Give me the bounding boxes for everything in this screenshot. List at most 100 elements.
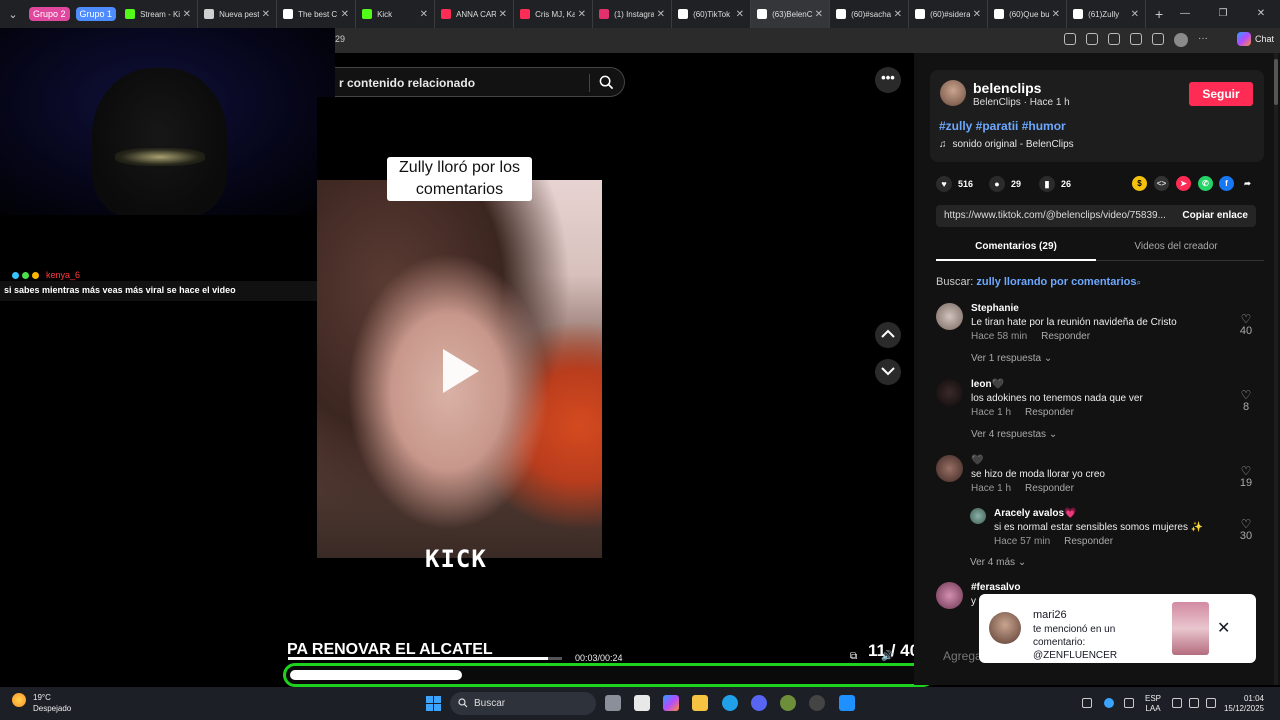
view-replies-button[interactable]: Ver 4 respuestas ⌄ [971, 429, 1057, 440]
video-sound[interactable]: ♫ sonido original - BelenClips [939, 139, 1074, 150]
creator-avatar[interactable] [940, 80, 966, 106]
reply-button[interactable]: Responder [1025, 483, 1074, 494]
tab-actions-menu[interactable]: ⌄ [0, 0, 26, 28]
related-search-bar[interactable]: r contenido relacionado [335, 67, 625, 97]
video-mini-progress[interactable] [288, 657, 562, 660]
obs-icon[interactable] [809, 695, 825, 711]
coin-share-icon[interactable]: $ [1132, 176, 1147, 191]
reply-button[interactable]: Responder [1025, 407, 1074, 418]
close-tab-icon[interactable]: ✕ [262, 9, 270, 20]
discord-icon[interactable] [751, 695, 767, 711]
file-explorer-icon[interactable] [692, 695, 708, 711]
comment-avatar[interactable] [936, 303, 963, 330]
onedrive-icon[interactable] [1104, 698, 1114, 708]
more-options-button[interactable]: ••• [875, 67, 901, 93]
comment-author[interactable]: leon🖤 [971, 379, 1004, 390]
related-search-hint[interactable]: Buscar: zully llorando por comentarios⌕ [936, 276, 1141, 288]
close-tab-icon[interactable]: ✕ [894, 9, 902, 20]
video-hashtags[interactable]: #zully #paratii #humor [939, 119, 1066, 133]
maximize-button[interactable]: ❐ [1204, 0, 1242, 28]
calculator-icon[interactable] [634, 695, 650, 711]
search-input[interactable]: r contenido relacionado [339, 76, 475, 90]
tab-group-1[interactable]: Grupo 1 [75, 7, 117, 21]
browser-tab[interactable]: Nueva pest ✕ [198, 0, 278, 28]
comment-like[interactable]: ♡ 19 [1236, 465, 1256, 489]
comment-author[interactable]: Stephanie [971, 303, 1019, 314]
close-icon[interactable]: ✕ [1217, 618, 1230, 638]
comment-like[interactable]: ♡ 40 [1236, 313, 1256, 337]
translate-icon[interactable] [1086, 33, 1098, 45]
close-tab-icon[interactable]: ✕ [973, 9, 981, 20]
share-link[interactable]: https://www.tiktok.com/@belenclips/video… [944, 210, 1172, 221]
browser-tab[interactable]: (63)BelenC ✕ [751, 0, 831, 28]
battery-icon[interactable] [1206, 698, 1216, 708]
reply-avatar[interactable] [970, 508, 986, 524]
search-hint-query[interactable]: zully llorando por comentarios [976, 276, 1136, 288]
browser-tab[interactable]: Stream - Ki ✕ [119, 0, 199, 28]
close-tab-icon[interactable]: ✕ [657, 9, 665, 20]
browser-tab[interactable]: (60)TikTok ✕ [672, 0, 752, 28]
reply-author[interactable]: Aracely avalos💗 [994, 508, 1077, 519]
search-icon[interactable] [599, 75, 614, 90]
copy-link-button[interactable]: Copiar enlace [1174, 205, 1256, 227]
browser-tab[interactable]: Cris MJ, Ka ✕ [514, 0, 594, 28]
comment-avatar[interactable] [936, 582, 963, 609]
mention-notification[interactable]: mari26 te mencionó en un comentario: @ZE… [979, 594, 1256, 663]
panel-scrollbar[interactable] [1274, 53, 1278, 685]
profile-avatar-icon[interactable] [1174, 33, 1188, 47]
browser-tab[interactable]: (60)#sacha ✕ [830, 0, 910, 28]
save-action[interactable]: ▮ 26 [1039, 175, 1071, 193]
app-icon[interactable] [839, 695, 855, 711]
open-external-icon[interactable] [1064, 33, 1076, 45]
browser-tab[interactable]: (60)Que bu ✕ [988, 0, 1068, 28]
comment-like[interactable]: ♡ 8 [1236, 389, 1256, 413]
minimize-button[interactable]: — [1166, 0, 1204, 28]
facebook-icon[interactable]: f [1219, 176, 1234, 191]
embed-icon[interactable]: <> [1154, 176, 1169, 191]
play-icon[interactable] [443, 349, 479, 393]
system-clock[interactable]: 01:04 15/12/2025 [1220, 694, 1264, 714]
show-hidden-icons[interactable] [1082, 698, 1092, 708]
browser-tab[interactable]: (1) Instagra ✕ [593, 0, 673, 28]
close-tab-icon[interactable]: ✕ [499, 9, 507, 20]
creator-username[interactable]: belenclips [973, 80, 1041, 96]
reply-button[interactable]: Responder [1041, 331, 1090, 342]
scrollbar-thumb[interactable] [1274, 59, 1278, 105]
app-icon[interactable] [780, 695, 796, 711]
comment-action[interactable]: ● 29 [989, 175, 1021, 193]
copilot-app-icon[interactable] [663, 695, 679, 711]
view-replies-button[interactable]: Ver 1 respuesta ⌄ [971, 353, 1052, 364]
edge-browser-icon[interactable] [722, 695, 738, 711]
browser-tab[interactable]: ANNA CAR ✕ [435, 0, 515, 28]
tab-group-2[interactable]: Grupo 2 [29, 7, 70, 21]
close-tab-icon[interactable]: ✕ [815, 9, 823, 20]
comment-avatar[interactable] [936, 455, 963, 482]
comment-author[interactable]: 🖤 [971, 455, 983, 466]
taskbar-search[interactable]: Buscar [450, 692, 596, 715]
comment-author[interactable]: #ferasalvo [971, 582, 1020, 593]
close-tab-icon[interactable]: ✕ [341, 9, 349, 20]
extensions-icon[interactable] [1130, 33, 1142, 45]
video-player[interactable]: Zully lloró por los comentarios KICK [317, 97, 602, 653]
close-tab-icon[interactable]: ✕ [1131, 9, 1139, 20]
close-tab-icon[interactable]: ✕ [578, 9, 586, 20]
browser-tab[interactable]: Kick ✕ [356, 0, 436, 28]
microphone-icon[interactable] [1124, 698, 1134, 708]
close-tab-icon[interactable]: ✕ [420, 9, 428, 20]
volume-icon[interactable] [1189, 698, 1199, 708]
network-icon[interactable] [1172, 698, 1182, 708]
browser-tab[interactable]: (60)#sidera ✕ [909, 0, 989, 28]
like-action[interactable]: ♥ 516 [936, 175, 973, 193]
address-bar-fragment[interactable]: 29 [335, 34, 345, 44]
view-more-replies-button[interactable]: Ver 4 más ⌄ [970, 557, 1026, 568]
previous-video-button[interactable] [875, 322, 901, 348]
task-view-icon[interactable] [605, 695, 621, 711]
favorite-star-icon[interactable] [1108, 33, 1120, 45]
comment-avatar[interactable] [936, 379, 963, 406]
browser-tab[interactable]: (61)Zully ✕ [1067, 0, 1147, 28]
close-tab-icon[interactable]: ✕ [736, 9, 744, 20]
next-video-button[interactable] [875, 359, 901, 385]
input-language[interactable]: ESP LAA [1145, 694, 1161, 714]
share-arrow-icon[interactable]: ➦ [1240, 176, 1255, 191]
more-options-icon[interactable]: ··· [1198, 33, 1208, 47]
